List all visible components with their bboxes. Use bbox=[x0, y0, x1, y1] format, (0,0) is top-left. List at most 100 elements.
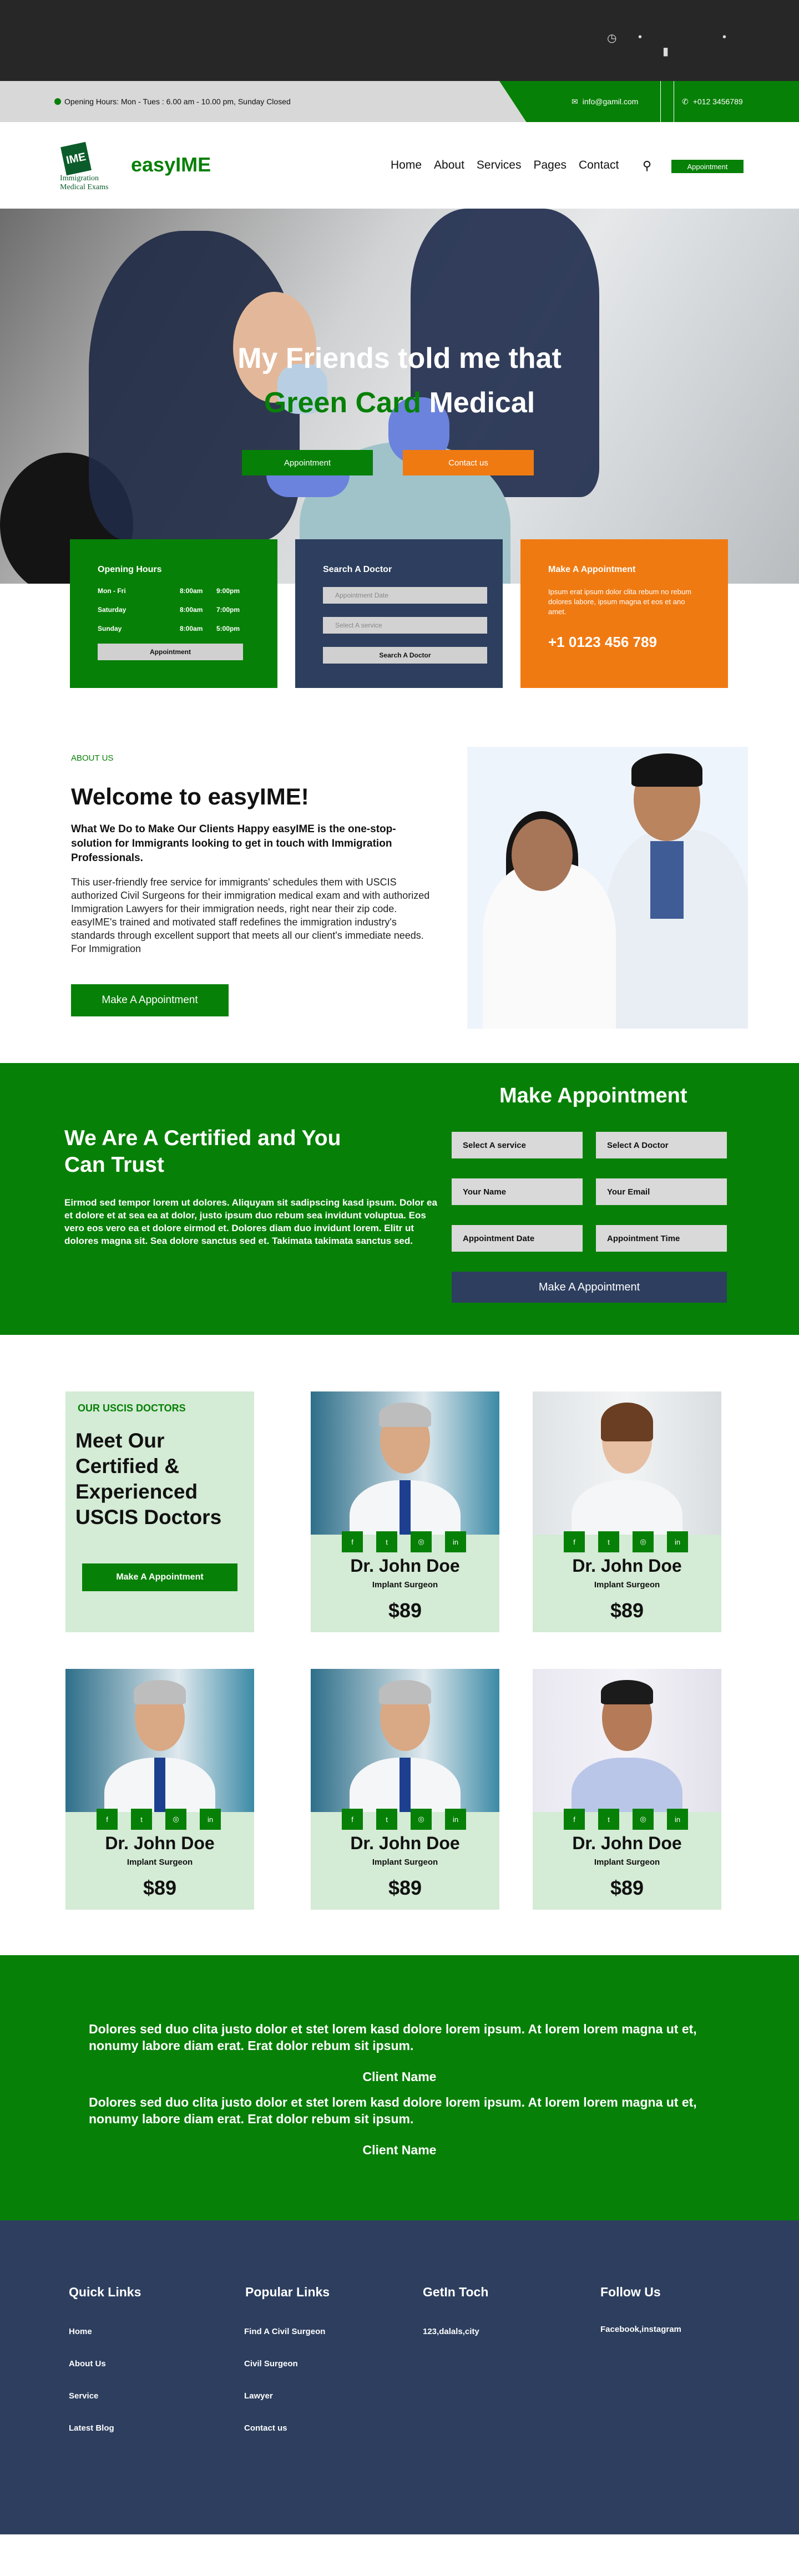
footer-link[interactable]: About Us bbox=[69, 2359, 106, 2368]
doctor-card[interactable]: f t ◎ in Dr. John Doe Implant Surgeon $89 bbox=[311, 1391, 499, 1632]
about-title: Welcome to easyIME! bbox=[71, 783, 309, 809]
doctor-role: Implant Surgeon bbox=[372, 1858, 438, 1867]
hero-title-line1: My Friends told me that bbox=[237, 342, 562, 374]
dot-icon: • bbox=[722, 31, 727, 43]
nav-item-pages[interactable]: Pages bbox=[533, 159, 567, 172]
hero-appointment-button[interactable]: Appointment bbox=[242, 450, 373, 475]
testimonials-section: Dolores sed duo clita justo dolor et ste… bbox=[0, 1955, 799, 2220]
linkedin-icon[interactable]: in bbox=[445, 1531, 466, 1552]
mail-icon: ✉ bbox=[572, 97, 578, 106]
search-doctor-button[interactable]: Search A Doctor bbox=[323, 647, 487, 664]
search-icon[interactable]: ⚲ bbox=[643, 159, 651, 173]
doctor-price: $89 bbox=[388, 1876, 422, 1899]
linkedin-icon[interactable]: in bbox=[200, 1809, 221, 1830]
footer-link[interactable]: Service bbox=[69, 2391, 98, 2401]
instagram-icon[interactable]: ◎ bbox=[411, 1531, 432, 1552]
make-appointment-button[interactable]: Make A Appointment bbox=[82, 1563, 237, 1591]
linkedin-icon[interactable]: in bbox=[445, 1809, 466, 1830]
footer-link[interactable]: Lawyer bbox=[244, 2391, 273, 2401]
facebook-icon[interactable]: f bbox=[97, 1809, 118, 1830]
linkedin-icon[interactable]: in bbox=[667, 1531, 688, 1552]
opening-hours: Opening Hours: Mon - Tues : 6.00 am - 10… bbox=[54, 97, 291, 106]
contact-strip bbox=[499, 81, 799, 122]
about-body: This user-friendly free service for immi… bbox=[71, 877, 430, 954]
facebook-icon[interactable]: f bbox=[564, 1809, 585, 1830]
service-select[interactable]: Select A service bbox=[323, 617, 487, 634]
client-name: Client Name bbox=[362, 2069, 437, 2084]
phone-icon: ✆ bbox=[682, 97, 689, 106]
twitter-icon[interactable]: t bbox=[376, 1531, 397, 1552]
twitter-icon[interactable]: t bbox=[598, 1531, 619, 1552]
testimonial-quote: Dolores sed duo clita justo dolor et ste… bbox=[89, 2022, 697, 2053]
doctor-role: Implant Surgeon bbox=[372, 1580, 438, 1590]
social-links-text[interactable]: Facebook,instagram bbox=[600, 2325, 681, 2334]
linkedin-icon[interactable]: in bbox=[667, 1809, 688, 1830]
appointment-date-input[interactable]: Appointment Date bbox=[323, 587, 487, 604]
facebook-icon[interactable]: f bbox=[564, 1531, 585, 1552]
testimonial-quote: Dolores sed duo clita justo dolor et ste… bbox=[89, 2095, 697, 2126]
nav-appointment-button[interactable]: Appointment bbox=[671, 160, 744, 173]
logo-text: Immigration Medical Exams bbox=[60, 174, 109, 191]
card-title: Opening Hours bbox=[98, 565, 162, 574]
footer-link[interactable]: Find A Civil Surgeon bbox=[244, 2327, 325, 2336]
email-link[interactable]: ✉ info@gamil.com bbox=[572, 81, 638, 122]
social-links: f t ◎ in bbox=[342, 1809, 466, 1830]
nav-item-contact[interactable]: Contact bbox=[579, 159, 619, 172]
twitter-icon[interactable]: t bbox=[131, 1809, 152, 1830]
facebook-icon[interactable]: f bbox=[342, 1531, 363, 1552]
doctor-card[interactable]: f t ◎ in Dr. John Doe Implant Surgeon $89 bbox=[311, 1669, 499, 1910]
email-field[interactable]: Your Email bbox=[596, 1178, 727, 1205]
doctor-name: Dr. John Doe bbox=[350, 1833, 460, 1853]
doctor-photo bbox=[533, 1391, 721, 1535]
footer-link[interactable]: Home bbox=[69, 2327, 92, 2336]
footer-link[interactable]: Contact us bbox=[244, 2423, 287, 2433]
footer-address: 123,dalals,city bbox=[423, 2327, 479, 2336]
submit-appointment-button[interactable]: Make A Appointment bbox=[452, 1272, 727, 1303]
make-appointment-button[interactable]: Make A Appointment bbox=[71, 984, 229, 1016]
hours-appointment-button[interactable]: Appointment bbox=[98, 644, 243, 660]
instagram-icon[interactable]: ◎ bbox=[633, 1531, 654, 1552]
doctor-card[interactable]: f t ◎ in Dr. John Doe Implant Surgeon $89 bbox=[533, 1669, 721, 1910]
phone-link[interactable]: ✆ +012 3456789 bbox=[674, 81, 743, 122]
card-title: Make A Appointment bbox=[548, 565, 636, 574]
pin-icon: ▮ bbox=[663, 45, 669, 58]
nav-item-about[interactable]: About bbox=[434, 159, 464, 172]
footer: Quick Links Home About Us Service Latest… bbox=[0, 2220, 799, 2534]
footer-heading: Popular Links bbox=[245, 2285, 330, 2299]
doctor-card[interactable]: f t ◎ in Dr. John Doe Implant Surgeon $89 bbox=[533, 1391, 721, 1632]
nav-item-home[interactable]: Home bbox=[391, 159, 422, 172]
twitter-icon[interactable]: t bbox=[598, 1809, 619, 1830]
doctor-select[interactable]: Select A Doctor bbox=[596, 1132, 727, 1158]
hours-row: Sunday 8:00am 5:00pm bbox=[98, 625, 240, 632]
card-text: Ipsum erat ipsum dolor clita rebum no re… bbox=[548, 588, 691, 616]
name-field[interactable]: Your Name bbox=[452, 1178, 583, 1205]
doctor-card[interactable]: f t ◎ in Dr. John Doe Implant Surgeon $89 bbox=[65, 1669, 254, 1910]
about-photo bbox=[467, 747, 748, 1029]
facebook-icon[interactable]: f bbox=[342, 1809, 363, 1830]
footer-link[interactable]: Latest Blog bbox=[69, 2423, 114, 2433]
footer-heading: Quick Links bbox=[69, 2285, 141, 2299]
card-title: Search A Doctor bbox=[323, 565, 392, 574]
service-select[interactable]: Select A service bbox=[452, 1132, 583, 1158]
instagram-icon[interactable]: ◎ bbox=[165, 1809, 186, 1830]
doctor-name: Dr. John Doe bbox=[572, 1556, 682, 1576]
client-name: Client Name bbox=[362, 2143, 437, 2157]
info-bar: Opening Hours: Mon - Tues : 6.00 am - 10… bbox=[0, 81, 799, 122]
doctor-name: Dr. John Doe bbox=[350, 1556, 460, 1576]
logo[interactable]: IME Immigration Medical Exams bbox=[60, 141, 124, 198]
nav-item-services[interactable]: Services bbox=[477, 159, 522, 172]
date-field[interactable]: Appointment Date bbox=[452, 1225, 583, 1252]
instagram-icon[interactable]: ◎ bbox=[633, 1809, 654, 1830]
top-dark-bar: ◷ • ▮ • bbox=[0, 0, 799, 81]
footer-heading: Follow Us bbox=[600, 2285, 661, 2299]
footer-link[interactable]: Civil Surgeon bbox=[244, 2359, 298, 2368]
doctor-price: $89 bbox=[143, 1876, 177, 1899]
time-field[interactable]: Appointment Time bbox=[596, 1225, 727, 1252]
appointment-text: Eirmod sed tempor lorem ut dolores. Aliq… bbox=[64, 1197, 437, 1246]
phone-number[interactable]: +1 0123 456 789 bbox=[548, 634, 700, 651]
twitter-icon[interactable]: t bbox=[376, 1809, 397, 1830]
make-appointment-card: Make A Appointment Ipsum erat ipsum dolo… bbox=[520, 539, 728, 688]
hero-contact-button[interactable]: Contact us bbox=[403, 450, 534, 475]
brand-name[interactable]: easyIME bbox=[131, 153, 211, 176]
instagram-icon[interactable]: ◎ bbox=[411, 1809, 432, 1830]
